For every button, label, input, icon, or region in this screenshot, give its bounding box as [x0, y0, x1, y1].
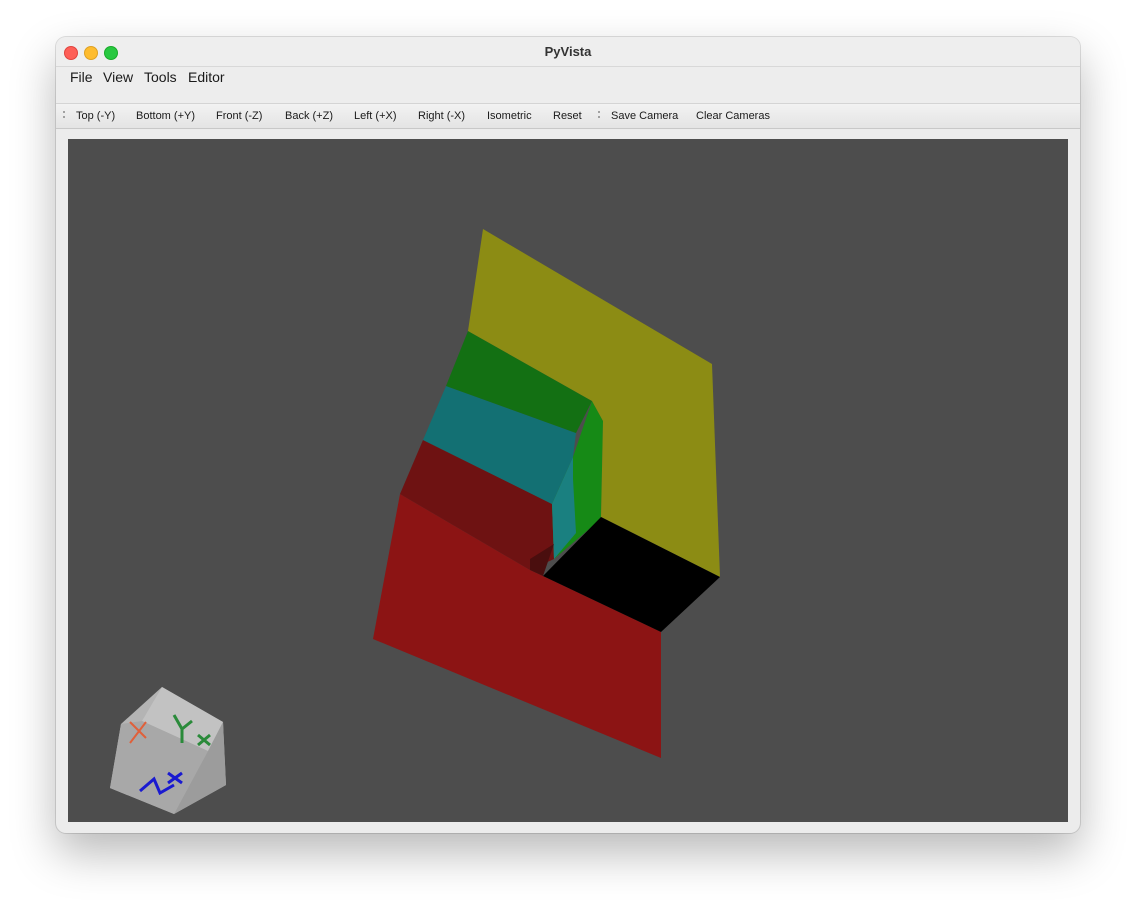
- menu-tools[interactable]: Tools: [141, 69, 180, 85]
- render-viewport[interactable]: [68, 139, 1068, 822]
- back-view-button[interactable]: Back (+Z): [285, 110, 333, 122]
- left-view-button[interactable]: Left (+X): [354, 110, 397, 122]
- clear-cameras-button[interactable]: Clear Cameras: [696, 110, 770, 122]
- view-toolbar: Top (-Y) Bottom (+Y) Front (-Z) Back (+Z…: [56, 103, 1080, 129]
- orientation-cube[interactable]: [110, 687, 226, 814]
- save-camera-button[interactable]: Save Camera: [611, 110, 678, 122]
- toolbar-handle[interactable]: [63, 108, 65, 122]
- isometric-view-button[interactable]: Isometric: [487, 110, 532, 122]
- reset-camera-button[interactable]: Reset: [553, 110, 582, 122]
- menu-editor[interactable]: Editor: [185, 69, 228, 85]
- front-view-button[interactable]: Front (-Z): [216, 110, 262, 122]
- toolbar-separator: [598, 108, 600, 122]
- menu-file[interactable]: File: [67, 69, 96, 85]
- title-bar: PyVista: [56, 37, 1080, 67]
- menu-bar: File View Tools Editor: [56, 67, 1080, 103]
- menu-view[interactable]: View: [100, 69, 136, 85]
- app-window: PyVista File View Tools Editor Top (-Y) …: [56, 37, 1080, 833]
- window-title: PyVista: [544, 44, 592, 59]
- bottom-view-button[interactable]: Bottom (+Y): [136, 110, 195, 122]
- top-view-button[interactable]: Top (-Y): [76, 110, 115, 122]
- right-view-button[interactable]: Right (-X): [418, 110, 465, 122]
- scene-canvas[interactable]: [68, 139, 1068, 822]
